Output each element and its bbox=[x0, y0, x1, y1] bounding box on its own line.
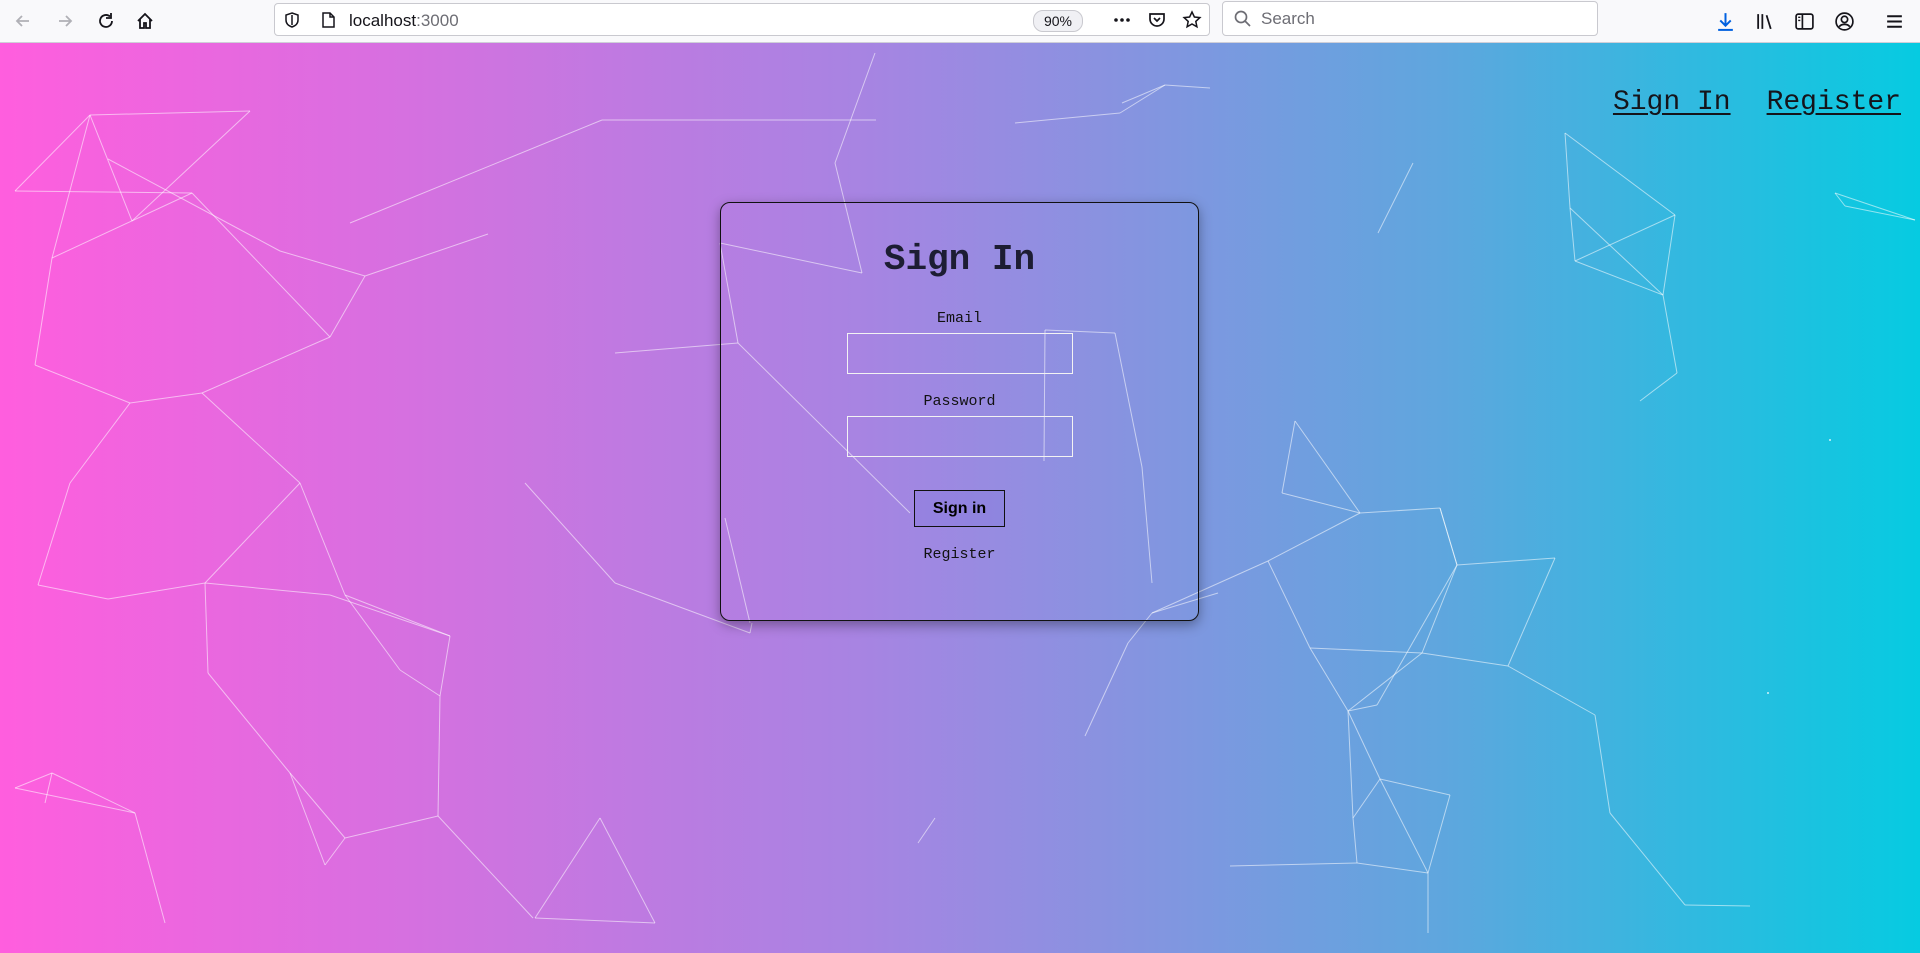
pocket-icon bbox=[1148, 12, 1165, 27]
reload-button[interactable] bbox=[89, 4, 123, 38]
page-icon[interactable] bbox=[319, 11, 337, 29]
more-dots-icon bbox=[1113, 17, 1130, 22]
account-icon bbox=[1834, 11, 1854, 31]
hamburger-menu-icon bbox=[1886, 14, 1902, 28]
downloads-button[interactable] bbox=[1708, 4, 1742, 38]
search-bar[interactable] bbox=[1222, 1, 1598, 36]
url-text[interactable]: localhost:3000 bbox=[349, 11, 459, 31]
page-actions bbox=[1104, 4, 1209, 35]
download-arrow-icon bbox=[1717, 12, 1733, 31]
sidebar-button[interactable] bbox=[1787, 4, 1821, 38]
page-actions-button[interactable] bbox=[1104, 4, 1139, 35]
home-icon bbox=[137, 12, 153, 29]
email-field[interactable] bbox=[847, 333, 1073, 374]
browser-toolbar: localhost:3000 90% bbox=[0, 0, 1920, 43]
bookmark-star-button[interactable] bbox=[1174, 4, 1209, 35]
sign-in-card: Sign In Email Password Sign in Register bbox=[720, 202, 1199, 621]
url-port: :3000 bbox=[416, 11, 459, 30]
search-input[interactable] bbox=[1261, 6, 1581, 31]
star-icon bbox=[1181, 9, 1202, 28]
pocket-button[interactable] bbox=[1139, 4, 1174, 35]
library-icon bbox=[1756, 13, 1772, 29]
url-host: localhost bbox=[349, 11, 417, 30]
shield-icon[interactable] bbox=[283, 11, 301, 29]
url-bar[interactable]: localhost:3000 90% bbox=[274, 3, 1210, 36]
top-nav: Sign In Register bbox=[1613, 87, 1901, 118]
back-arrow-icon bbox=[15, 15, 29, 27]
register-link[interactable]: Register bbox=[721, 546, 1198, 563]
account-button[interactable] bbox=[1827, 4, 1861, 38]
forward-button[interactable] bbox=[48, 4, 82, 38]
menu-button[interactable] bbox=[1877, 4, 1911, 38]
page-title: Sign In bbox=[883, 239, 1036, 280]
zoom-badge[interactable]: 90% bbox=[1033, 10, 1083, 32]
forward-arrow-icon bbox=[59, 15, 73, 27]
reload-icon bbox=[99, 13, 113, 28]
nav-register-link[interactable]: Register bbox=[1767, 87, 1901, 118]
password-label: Password bbox=[923, 393, 996, 410]
password-field[interactable] bbox=[847, 416, 1073, 457]
back-button[interactable] bbox=[6, 4, 40, 38]
sign-in-button[interactable]: Sign in bbox=[914, 490, 1005, 527]
page-viewport: Sign In Register Sign In Email Password … bbox=[0, 43, 1920, 953]
email-label: Email bbox=[936, 310, 982, 327]
search-icon bbox=[1234, 10, 1251, 27]
sidebar-icon bbox=[1794, 12, 1814, 30]
home-button[interactable] bbox=[128, 4, 162, 38]
nav-sign-in-link[interactable]: Sign In bbox=[1613, 87, 1731, 118]
library-button[interactable] bbox=[1748, 4, 1782, 38]
